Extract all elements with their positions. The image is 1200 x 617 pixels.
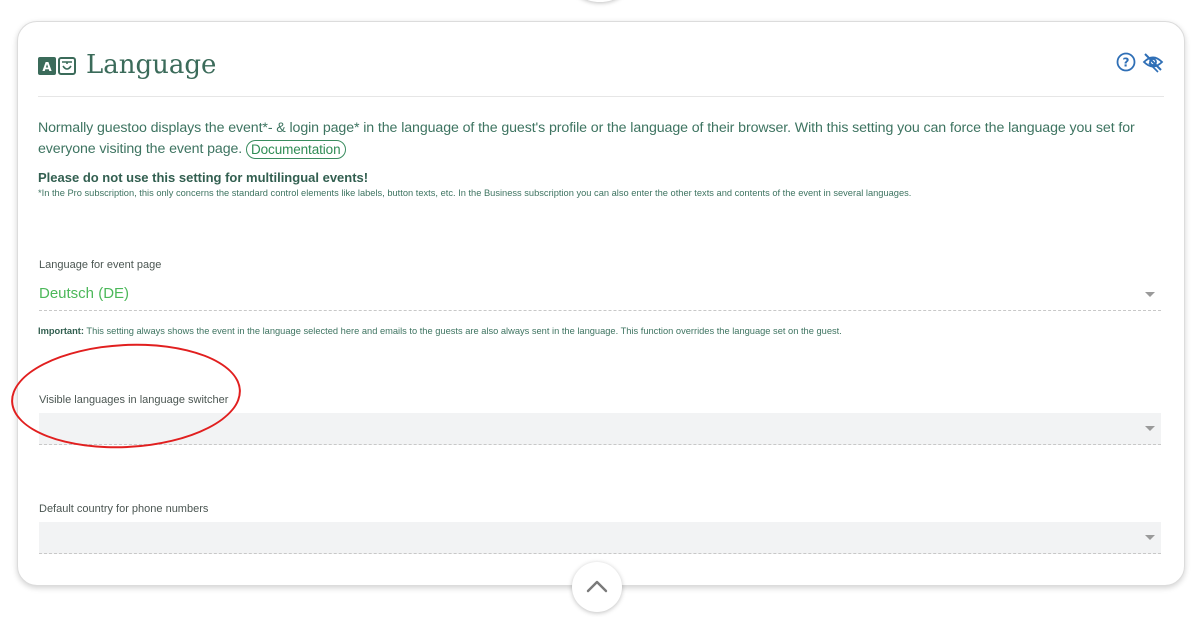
visible-languages-select[interactable] [39,413,1161,445]
help-circle-icon[interactable]: ? [1116,52,1136,72]
warning-title: Please do not use this setting for multi… [38,170,369,185]
chevron-down-icon [1145,426,1155,431]
important-prefix: Important: [38,326,84,336]
eye-off-icon[interactable] [1142,51,1164,73]
chevron-up-icon [586,580,608,593]
chevron-down-icon [1145,292,1155,297]
documentation-link[interactable]: Documentation [245,139,346,159]
event-language-label: Language for event page [39,259,162,271]
event-language-select[interactable]: Deutsch (DE) [39,279,1161,311]
intro-text: Normally guestoo displays the event*- & … [38,120,1135,157]
intro-paragraph: Normally guestoo displays the event*- & … [38,118,1168,160]
important-note: Important: This setting always shows the… [38,326,1168,336]
svg-text:?: ? [1123,56,1130,70]
top-handle [570,0,630,2]
event-language-value: Deutsch (DE) [39,285,130,302]
phone-country-label: Default country for phone numbers [39,503,209,515]
language-icon: A [38,57,76,75]
page-title: Language [86,50,217,80]
phone-country-select[interactable] [39,522,1161,554]
important-text: This setting always shows the event in t… [86,326,842,336]
chevron-down-icon [1145,535,1155,540]
visible-languages-label: Visible languages in language switcher [39,394,229,406]
subscription-note: *In the Pro subscription, this only conc… [38,188,912,198]
collapse-button[interactable] [572,562,622,612]
card-header: A Language ? [38,46,1164,97]
language-settings-card: A Language ? Normally guestoo displays t… [17,21,1185,586]
svg-text:A: A [42,60,52,74]
